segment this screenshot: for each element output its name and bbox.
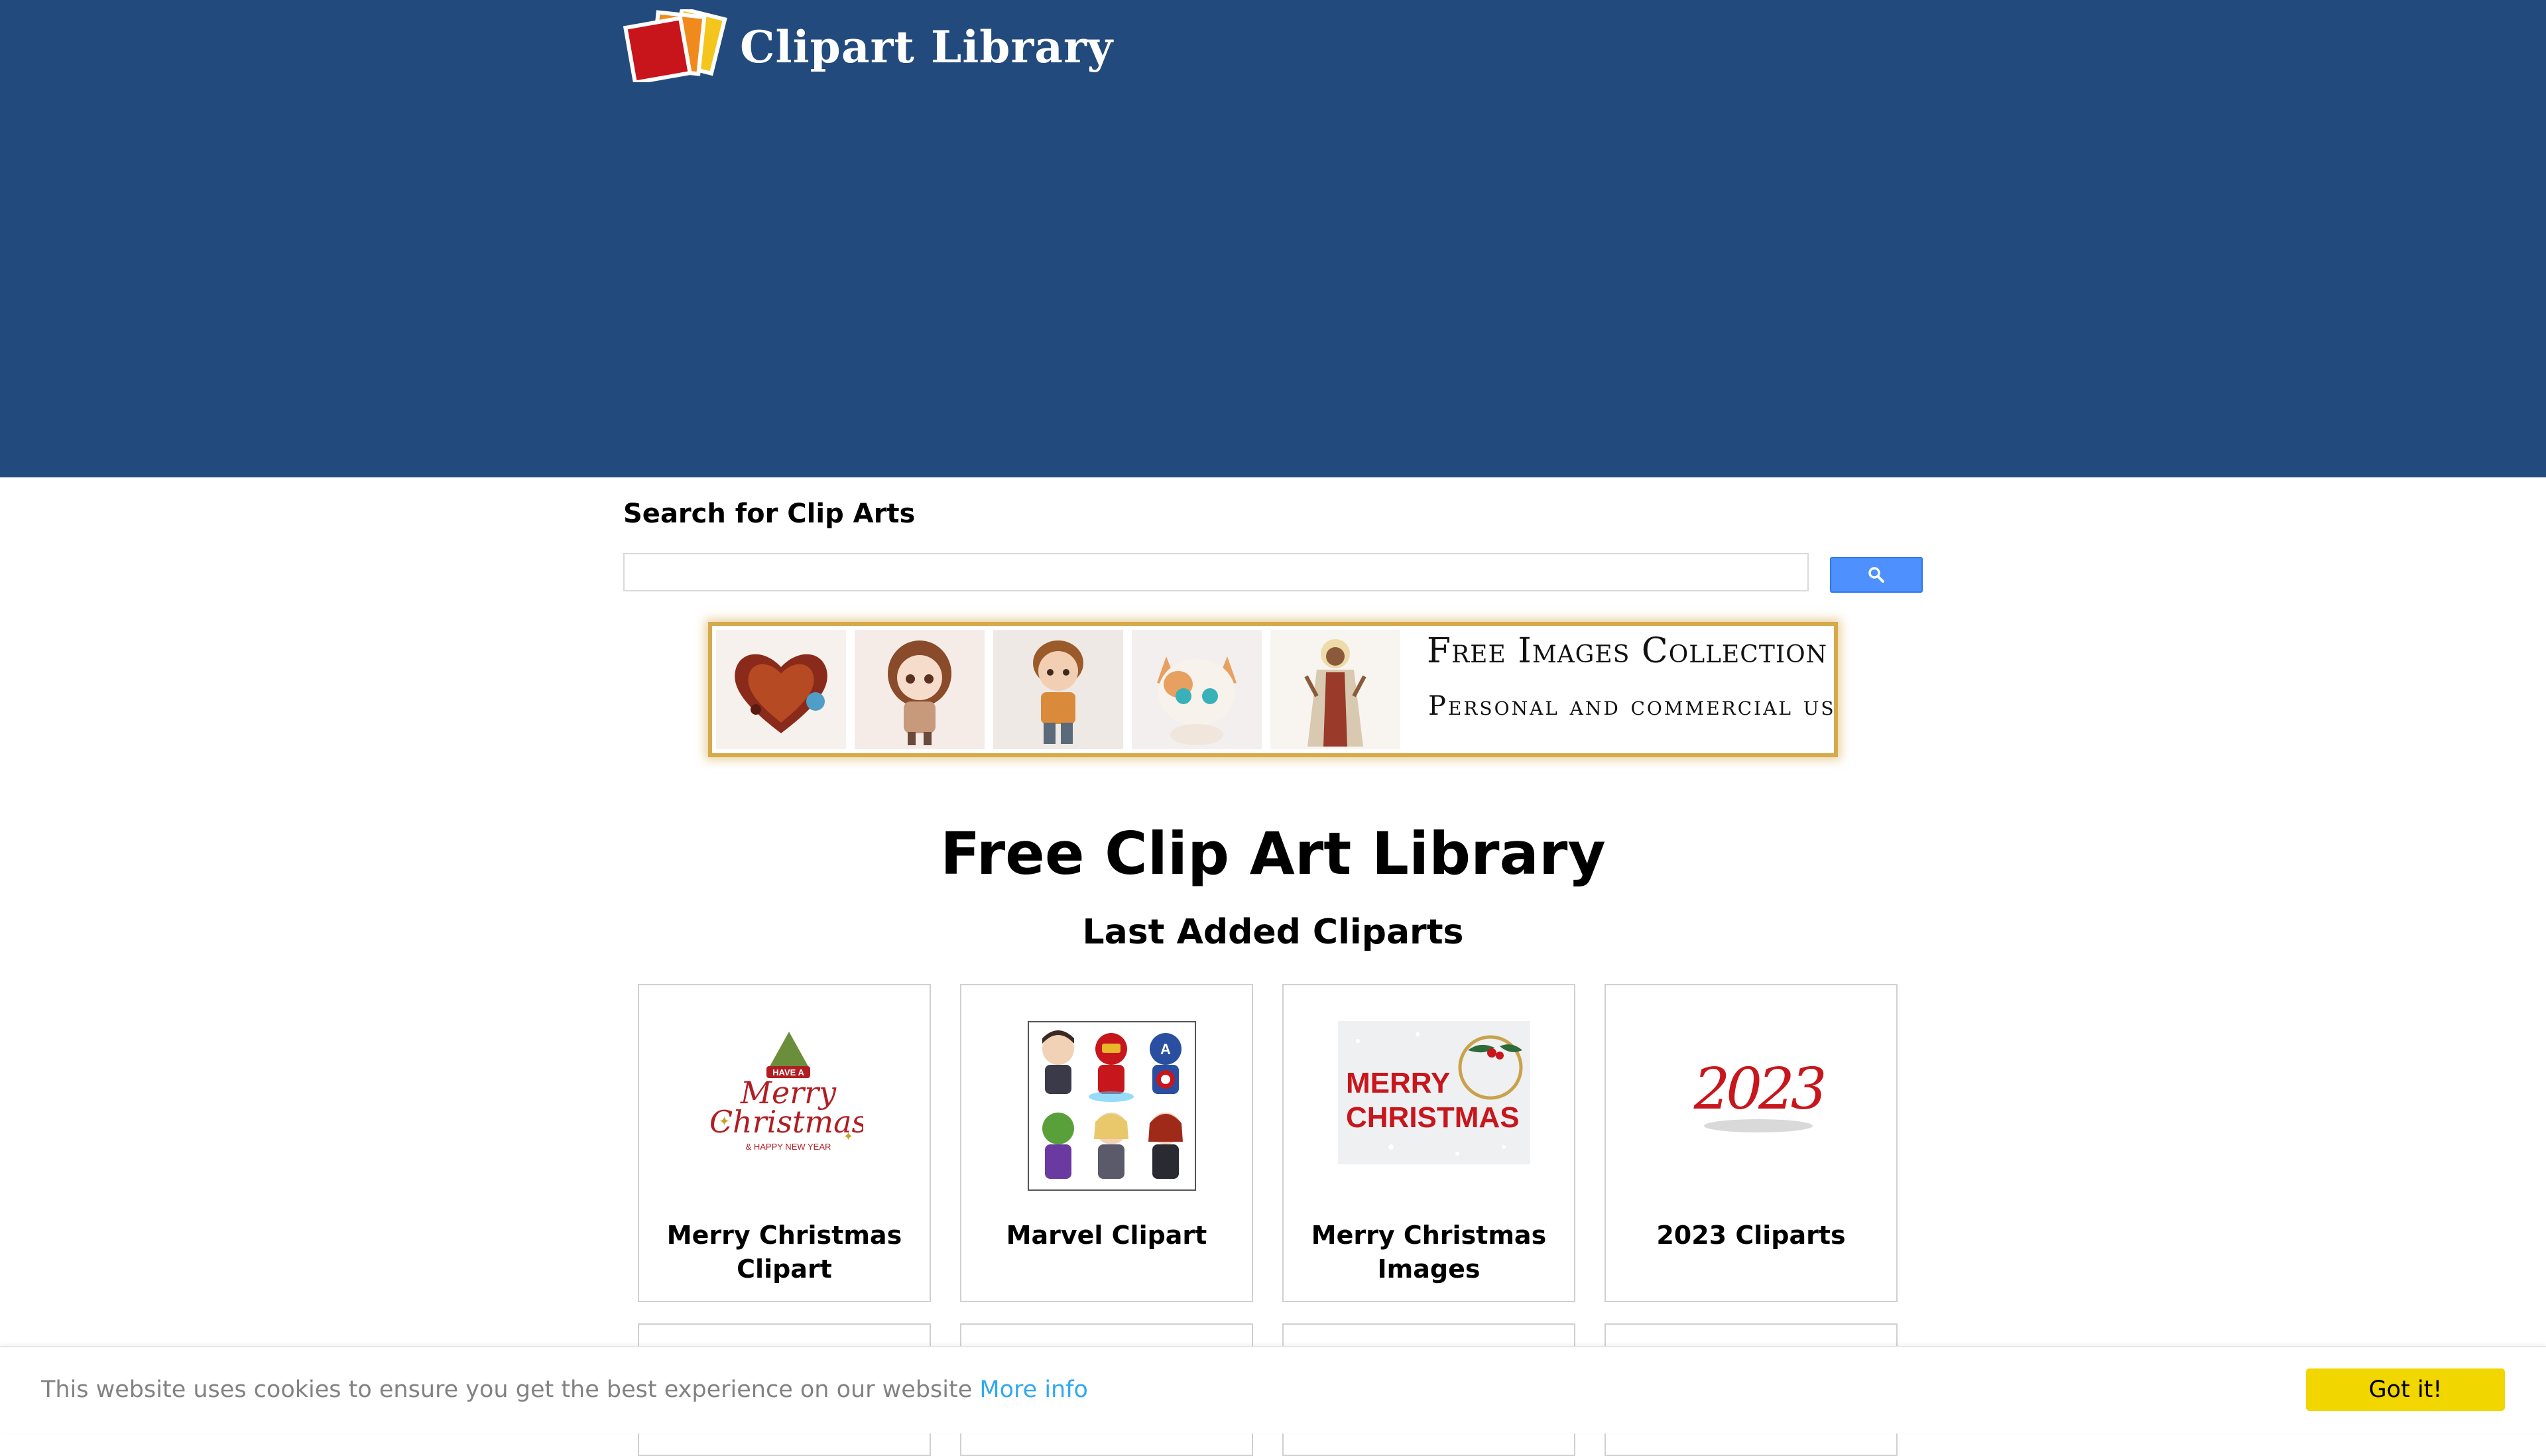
- logo-cards-icon: [623, 9, 727, 82]
- christmas-art-line3: Christmas: [709, 1104, 863, 1140]
- year-art: 2023: [1693, 1056, 1825, 1122]
- got-it-button[interactable]: Got it!: [2306, 1368, 2505, 1411]
- card-label[interactable]: Merry Christmas Images: [1297, 1219, 1561, 1286]
- clipart-card[interactable]: MERRY CHRISTMAS Merry Christmas Images: [1282, 984, 1575, 1302]
- search-input[interactable]: [623, 553, 1809, 591]
- card-label[interactable]: Merry Christmas Clipart: [652, 1219, 916, 1286]
- page-title: Free Clip Art Library: [940, 819, 1606, 888]
- snow-art-line1: MERRY: [1346, 1067, 1450, 1099]
- banner-title: Free Images Collection: [1427, 631, 1828, 671]
- clipart-card[interactable]: A Marvel Clipart: [960, 984, 1253, 1302]
- clipart-card[interactable]: HAVE A Merry Christmas & HAPPY NEW YEAR …: [638, 984, 931, 1302]
- girl-image: [855, 630, 985, 749]
- card-label[interactable]: 2023 Cliparts: [1619, 1219, 1883, 1252]
- cookie-consent-bar: This website uses cookies to ensure you …: [0, 1346, 2546, 1433]
- heart-image: [716, 630, 846, 749]
- svg-text:✦: ✦: [843, 1130, 853, 1144]
- cookie-message: This website uses cookies to ensure you …: [41, 1376, 973, 1403]
- banner-subtitle: Personal and commercial use: [1428, 691, 1838, 721]
- jesus-image: [1270, 630, 1400, 749]
- logo-text: Clipart Library: [740, 21, 1114, 73]
- merry-christmas-text-image: HAVE A Merry Christmas & HAPPY NEW YEAR …: [705, 1026, 867, 1172]
- snow-art-line2: CHRISTMAS: [1346, 1101, 1520, 1134]
- marvel-heroes-image: A: [1028, 1021, 1196, 1191]
- cookie-message-text: This website uses cookies to ensure you …: [41, 1376, 1088, 1403]
- clipart-card[interactable]: 2023 2023 Cliparts: [1605, 984, 1898, 1302]
- site-header: Clipart Library: [0, 0, 2546, 477]
- merry-christmas-snow-image: MERRY CHRISTMAS: [1338, 1021, 1530, 1164]
- svg-text:A: A: [1160, 1041, 1171, 1058]
- boy-image: [993, 630, 1123, 749]
- search-heading: Search for Clip Arts: [623, 499, 916, 529]
- site-logo[interactable]: Clipart Library: [623, 9, 1113, 82]
- search-icon: [1868, 567, 1884, 583]
- more-info-link[interactable]: More info: [979, 1376, 1088, 1403]
- section-title: Last Added Cliparts: [1082, 912, 1464, 952]
- free-images-banner[interactable]: Free Images Collection Personal and comm…: [708, 622, 1838, 757]
- svg-text:✦: ✦: [719, 1113, 730, 1129]
- cat-image: [1132, 630, 1262, 749]
- christmas-art-line4: & HAPPY NEW YEAR: [746, 1142, 831, 1152]
- card-label[interactable]: Marvel Clipart: [975, 1219, 1239, 1252]
- search-button[interactable]: [1830, 557, 1923, 593]
- 2023-image: 2023: [1692, 1048, 1829, 1140]
